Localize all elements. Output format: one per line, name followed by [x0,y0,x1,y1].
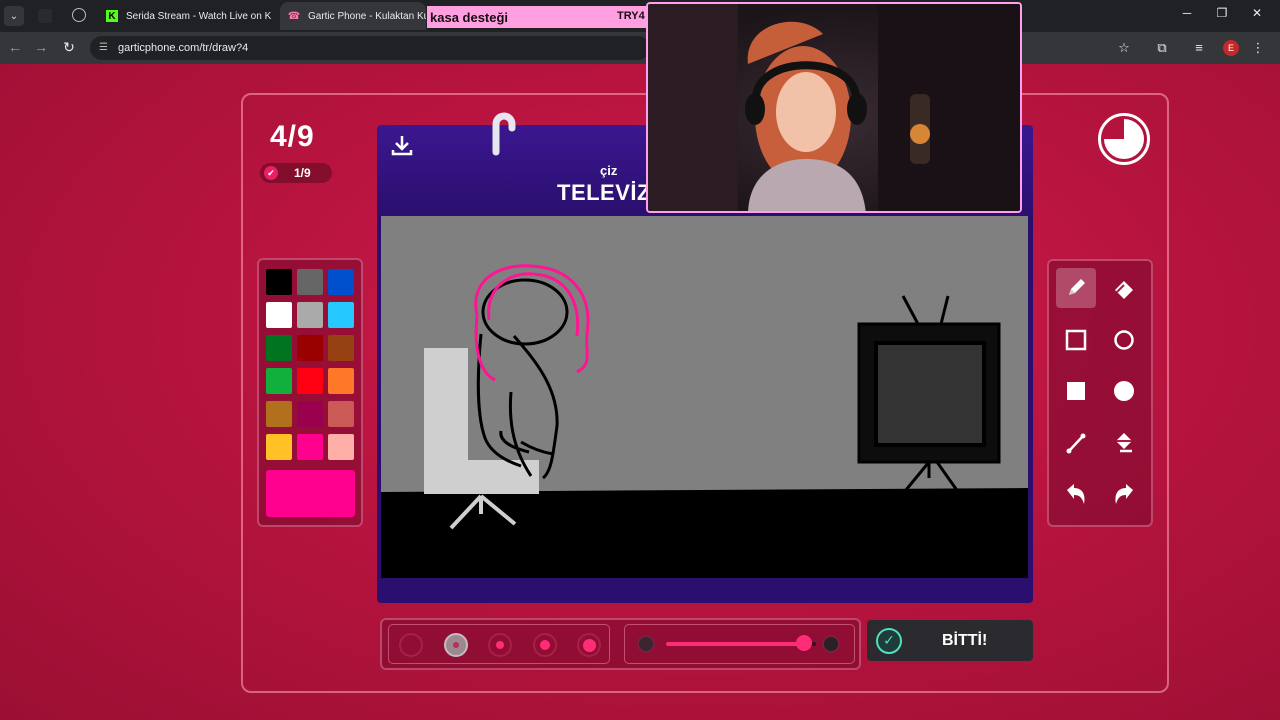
color-swatch[interactable] [297,302,323,328]
opacity-slider-fill [666,642,804,646]
tab-group-icon[interactable] [38,9,52,23]
color-swatch[interactable] [266,302,292,328]
color-swatch[interactable] [297,401,323,427]
color-swatch[interactable] [297,269,323,295]
url-input[interactable]: ☰ garticphone.com/tr/draw?4 [90,36,650,60]
color-swatch[interactable] [297,434,323,460]
minimize-icon[interactable]: ─ [1177,6,1197,20]
brush-size-button[interactable] [577,633,601,657]
brush-size-button[interactable] [488,633,512,657]
hook-decoration [486,106,518,156]
pencil-icon[interactable] [1056,268,1096,308]
timer-icon [1098,113,1150,165]
color-swatch[interactable] [328,335,354,361]
tab-kick-stream[interactable]: K Serida Stream - Watch Live on K ✕ [98,2,276,30]
restore-icon[interactable]: ❐ [1212,6,1232,20]
brush-size-button[interactable] [399,633,423,657]
download-icon[interactable] [390,133,414,157]
color-swatch[interactable] [297,368,323,394]
done-button[interactable]: ✓ BİTTİ! [867,620,1033,661]
ellipse-outline-icon[interactable] [1104,320,1144,360]
tab-search-button[interactable]: ⌄ [4,6,24,26]
done-count: 1/9 [294,166,311,180]
color-swatch[interactable] [266,401,292,427]
menu-icon[interactable]: ⋮ [1249,40,1267,56]
opacity-max-icon [822,635,840,653]
round-counter: 4/9 [270,120,315,153]
prompt-label: çiz [600,163,618,178]
back-icon[interactable]: ← [6,39,24,55]
tab-title: Serida Stream - Watch Live on K [126,10,272,22]
bookmark-star-icon[interactable]: ☆ [1115,40,1133,56]
address-bar-row: ← → ↻ ☰ garticphone.com/tr/draw?4 ☆ ⧉ ≡ … [0,32,1280,64]
color-swatch[interactable] [328,368,354,394]
extensions-icon[interactable]: ⧉ [1153,40,1171,56]
close-window-icon[interactable]: ✕ [1247,6,1267,20]
tab-title: Gartic Phone - Kulaktan Kulağ [308,10,426,22]
gartic-icon: ☎ [287,10,301,22]
brush-size-button[interactable] [443,633,468,657]
check-icon: ✓ [876,627,902,654]
profile-avatar[interactable]: E [1223,40,1239,56]
site-settings-icon[interactable]: ☰ [99,42,108,53]
ticker-code: TRY4 [617,10,645,22]
color-swatch[interactable] [266,335,292,361]
done-players-badge: ✔ 1/9 [260,163,332,183]
close-icon[interactable]: ✕ [271,9,276,23]
url-text: garticphone.com/tr/draw?4 [118,42,249,54]
color-swatch[interactable] [328,302,354,328]
bucket-icon[interactable] [1104,423,1144,463]
rectangle-outline-icon[interactable] [1056,320,1096,360]
ticker-text: kasa desteği [430,9,509,25]
brush-size-button[interactable] [532,633,557,657]
drawing-canvas[interactable] [381,216,1028,578]
reload-icon[interactable]: ↻ [60,39,78,56]
color-swatch[interactable] [328,269,354,295]
color-swatch[interactable] [328,434,354,460]
ellipse-filled-icon[interactable] [1104,371,1144,411]
redo-icon[interactable] [1104,474,1144,514]
eraser-icon[interactable] [1104,268,1144,308]
streamer-webcam [646,2,1022,213]
forward-icon[interactable]: → [32,39,50,55]
done-button-label: BİTTİ! [942,631,988,649]
undo-icon[interactable] [1056,474,1096,514]
color-swatch[interactable] [266,434,292,460]
rectangle-filled-icon[interactable] [1056,371,1096,411]
kick-icon: K [106,10,118,22]
color-swatch[interactable] [266,368,292,394]
prompt-word: TELEVİZ [557,180,651,205]
globe-icon[interactable] [72,8,86,22]
color-swatch[interactable] [266,269,292,295]
stream-ticker: kasa desteği TRY4 [427,6,649,28]
opacity-min-icon [637,635,655,653]
check-icon: ✔ [264,166,278,180]
media-control-icon[interactable]: ≡ [1190,40,1208,55]
color-swatch[interactable] [328,401,354,427]
line-icon[interactable] [1056,423,1096,463]
color-swatch[interactable] [297,335,323,361]
current-color-swatch[interactable] [266,470,355,517]
tab-gartic-phone[interactable]: ☎ Gartic Phone - Kulaktan Kulağ [280,2,426,30]
opacity-slider-handle[interactable] [796,635,812,651]
